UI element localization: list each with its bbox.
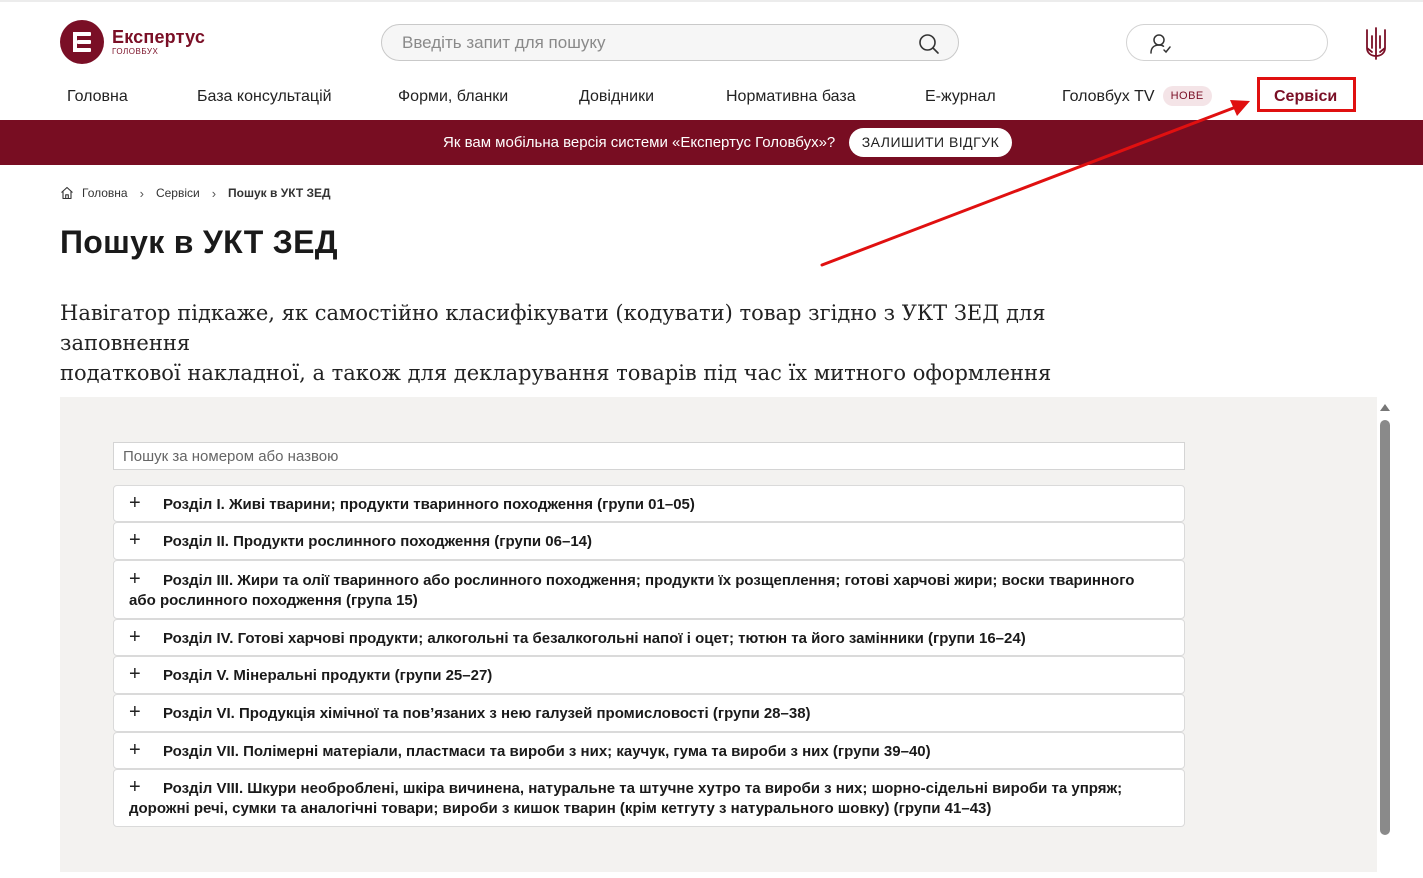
plus-icon: + [129,625,141,648]
code-search-input[interactable] [113,442,1185,470]
account-button[interactable] [1126,24,1328,61]
banner-text: Як вам мобільна версія системи «Експерту… [443,134,836,151]
breadcrumb: Головна › Сервіси › Пошук в УКТ ЗЕД [60,184,331,202]
annotation-highlight-box [1257,77,1356,112]
section-accordion-item[interactable]: + Розділ II. Продукти рослинного походжен… [113,522,1185,560]
plus-icon: + [129,663,141,685]
plus-icon: + [129,776,141,798]
feedback-banner: Як вам мобільна версія системи «Експерту… [0,120,1423,165]
trident-icon [1366,27,1386,60]
main-nav: Головна База консультацій Форми, бланки … [60,80,1370,114]
section-title: Розділ I. Живі тварини; продукти тваринн… [163,495,695,513]
section-title: Розділ VIII. Шкури необроблені, шкіра ви… [129,780,1123,817]
chevron-right-icon: › [139,185,144,201]
user-icon [1150,34,1171,54]
nav-item-ejournal[interactable]: Е-журнал [925,80,996,114]
top-divider [0,0,1423,2]
search-icon[interactable] [918,33,940,55]
nav-item-references[interactable]: Довідники [579,80,654,114]
nav-item-home[interactable]: Головна [67,80,128,114]
nav-item-regulations[interactable]: Нормативна база [726,80,856,114]
section-accordion-item[interactable]: + Розділ VII. Полімерні матеріали, пластм… [113,732,1185,769]
section-accordion-item[interactable]: + Розділ IV. Готові харчові продукти; алк… [113,619,1185,656]
section-accordion-item[interactable]: + Розділ V. Мінеральні продукти (групи 25… [113,656,1185,694]
section-accordion-item[interactable]: + Розділ VI. Продукція хімічної та пов’яз… [113,694,1185,732]
home-icon[interactable] [60,186,74,200]
section-title: Розділ V. Мінеральні продукти (групи 25–… [163,667,493,684]
section-title: Розділ III. Жири та олії тваринного або … [129,571,1135,609]
logo-title: Експертус [112,27,206,47]
breadcrumb-current: Пошук в УКТ ЗЕД [228,186,331,200]
nav-item-forms[interactable]: Форми, бланки [398,80,508,114]
chevron-right-icon: › [211,185,217,201]
plus-icon: + [129,701,141,723]
page-title: Пошук в УКТ ЗЕД [60,224,338,260]
plus-icon: + [129,567,141,590]
section-title: Розділ VII. Полімерні матеріали, пластма… [163,742,931,760]
scrollbar-thumb[interactable] [1380,420,1390,835]
section-accordion-item[interactable]: + Розділ III. Жири та олії тваринного або… [113,560,1185,619]
breadcrumb-home[interactable]: Головна [82,186,128,200]
scroll-up-arrow-icon[interactable] [1380,404,1390,411]
logo[interactable]: Експертус ГОЛОВБУХ [60,20,205,64]
global-search [381,24,959,61]
new-badge: НОВЕ [1162,86,1212,106]
section-title: Розділ IV. Готові харчові продукти; алко… [163,629,1026,647]
nav-item-consultations[interactable]: База консультацій [197,80,332,114]
page-description-line: Навігатор підкаже, як самостійно класифі… [60,301,1046,355]
section-title: Розділ VI. Продукція хімічної та пов’яза… [163,705,811,722]
logo-subtitle: ГОЛОВБУХ [112,47,159,56]
nav-item-tv-label: Головбух TV [1062,88,1155,105]
logo-mark [60,20,104,64]
section-title: Розділ II. Продукти рослинного походженн… [163,533,593,550]
section-accordion-item[interactable]: + Розділ I. Живі тварини; продукти тварин… [113,485,1185,522]
section-accordion-item[interactable]: + Розділ VIII. Шкури необроблені, шкіра в… [113,769,1185,827]
leave-feedback-button[interactable]: ЗАЛИШИТИ ВІДГУК [849,128,1012,157]
breadcrumb-services[interactable]: Сервіси [156,186,200,200]
nav-item-tv[interactable]: Головбух TV НОВЕ [1062,80,1212,114]
search-input[interactable] [402,25,902,60]
plus-icon: + [129,738,141,761]
plus-icon: + [129,529,141,551]
plus-icon: + [129,491,141,514]
